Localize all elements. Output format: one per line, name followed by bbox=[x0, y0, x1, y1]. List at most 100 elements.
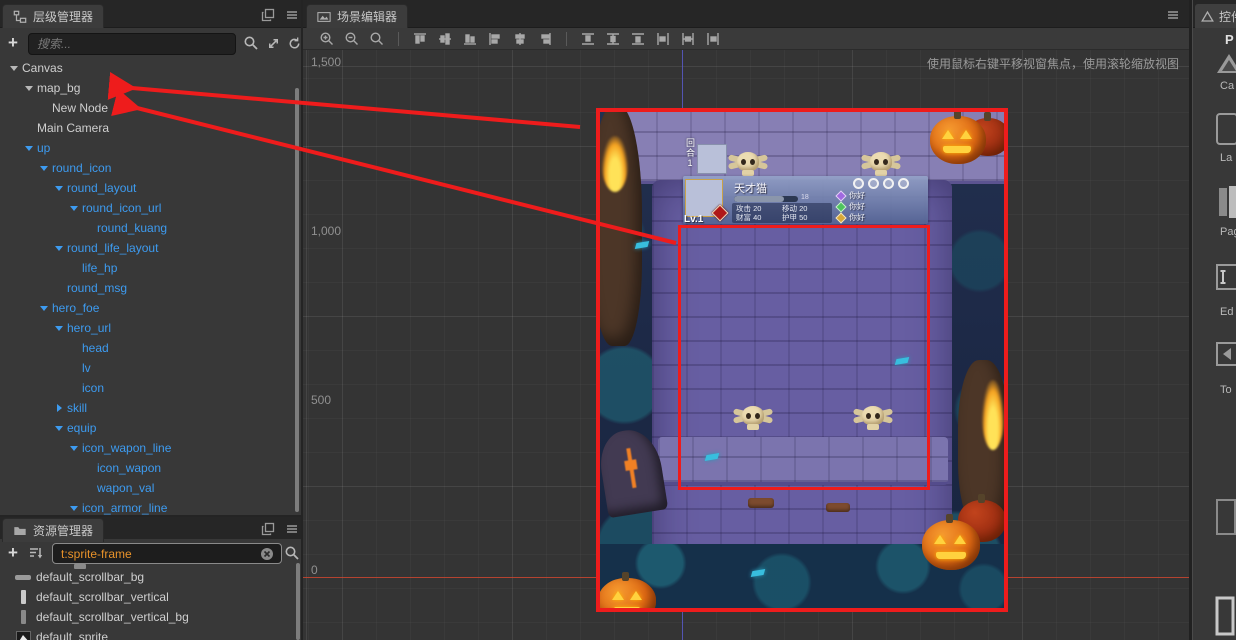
hierarchy-menu-icon[interactable] bbox=[285, 8, 299, 22]
tree-item-label: up bbox=[37, 141, 51, 155]
align-bottom-icon[interactable] bbox=[461, 31, 479, 47]
tree-item-round_msg[interactable]: round_msg bbox=[0, 278, 292, 298]
clear-filter-icon[interactable] bbox=[260, 547, 274, 561]
tree-item-hero_foe[interactable]: hero_foe bbox=[0, 298, 292, 318]
tree-item-label: hero_url bbox=[67, 321, 112, 335]
tree-item-hero_url[interactable]: hero_url bbox=[0, 318, 292, 338]
tree-item-head[interactable]: head bbox=[0, 338, 292, 358]
zoom-in-icon[interactable] bbox=[318, 31, 336, 47]
toggle-icon[interactable] bbox=[1215, 340, 1236, 373]
expander-down-icon[interactable] bbox=[68, 441, 82, 455]
expander-down-icon[interactable] bbox=[68, 501, 82, 515]
tree-item-label: round_msg bbox=[67, 281, 128, 295]
assets-popout-icon[interactable] bbox=[261, 522, 275, 536]
align-hcenter-icon[interactable] bbox=[511, 31, 529, 47]
tree-item-canvas[interactable]: Canvas bbox=[0, 58, 292, 78]
widget-icon[interactable] bbox=[1215, 498, 1236, 541]
tab-widgets[interactable]: 控件 bbox=[1195, 4, 1236, 28]
assets-search-icon[interactable] bbox=[284, 545, 301, 563]
distribute-left-icon[interactable] bbox=[654, 31, 672, 47]
asset-item-default_scrollbar_bg[interactable]: default_scrollbar_bg bbox=[0, 567, 292, 587]
distribute-vcenter-icon[interactable] bbox=[604, 31, 622, 47]
tree-item-round_icon[interactable]: round_icon bbox=[0, 158, 292, 178]
zoom-icon[interactable] bbox=[368, 31, 386, 47]
viewport-hint-text: 使用鼠标右键平移视窗焦点，使用滚轮缩放视图 bbox=[926, 57, 1179, 71]
distribute-top-icon[interactable] bbox=[579, 31, 597, 47]
tree-item-lv[interactable]: lv bbox=[0, 358, 292, 378]
tree-item-round_life_layout[interactable]: round_life_layout bbox=[0, 238, 292, 258]
equip-label: 你好 bbox=[849, 191, 865, 200]
expander-down-icon[interactable] bbox=[53, 321, 67, 335]
assets-menu-icon[interactable] bbox=[285, 522, 299, 536]
tree-item-map_bg[interactable]: map_bg bbox=[0, 78, 292, 98]
tree-item-life_hp[interactable]: life_hp bbox=[0, 258, 292, 278]
expander-down-icon[interactable] bbox=[23, 81, 37, 95]
tab-assets[interactable]: 资源管理器 bbox=[2, 518, 105, 542]
expander-down-icon[interactable] bbox=[23, 141, 37, 155]
expander-down-icon[interactable] bbox=[8, 61, 22, 75]
expand-all-icon[interactable] bbox=[266, 36, 284, 54]
align-right-icon[interactable] bbox=[536, 31, 554, 47]
refresh-icon[interactable] bbox=[287, 36, 301, 54]
expander-down-icon[interactable] bbox=[38, 161, 52, 175]
hierarchy-search-icon[interactable] bbox=[243, 35, 261, 53]
tree-item-label: round_layout bbox=[67, 181, 137, 195]
expander-down-icon[interactable] bbox=[53, 181, 67, 195]
distribute-right-icon[interactable] bbox=[704, 31, 722, 47]
assets-filter-input[interactable] bbox=[52, 543, 282, 564]
hierarchy-search-input[interactable] bbox=[28, 33, 236, 55]
align-vcenter-icon[interactable] bbox=[436, 31, 454, 47]
widgets-header-fragment: P bbox=[1225, 32, 1234, 47]
tab-hierarchy[interactable]: 层级管理器 bbox=[2, 4, 105, 28]
hero-slot-circle bbox=[853, 178, 864, 189]
asset-item-default_scrollbar_vertical[interactable]: default_scrollbar_vertical bbox=[0, 587, 292, 607]
expander-down-icon[interactable] bbox=[53, 241, 67, 255]
tree-item-icon[interactable]: icon bbox=[0, 378, 292, 398]
tree-item-up[interactable]: up bbox=[0, 138, 292, 158]
align-left-icon[interactable] bbox=[486, 31, 504, 47]
asset-item-default_scrollbar_vertical_bg[interactable]: default_scrollbar_vertical_bg bbox=[0, 607, 292, 627]
tree-item-label: icon_wapon bbox=[97, 461, 162, 475]
canvas-icon[interactable] bbox=[1215, 52, 1236, 81]
assets-scrollbar[interactable] bbox=[296, 563, 300, 640]
expander-down-icon[interactable] bbox=[53, 421, 67, 435]
tree-item-icon_armor_line[interactable]: icon_armor_line bbox=[0, 498, 292, 515]
scene-viewport[interactable]: 1,500 1,000 500 0 使用鼠标右键平移视窗焦点，使用滚轮缩放视图 bbox=[303, 50, 1189, 640]
scene-menu-icon[interactable] bbox=[1166, 8, 1180, 22]
label-icon[interactable] bbox=[1215, 112, 1236, 151]
tree-item-equip[interactable]: equip bbox=[0, 418, 292, 438]
align-top-icon[interactable] bbox=[411, 31, 429, 47]
tree-item-round_kuang[interactable]: round_kuang bbox=[0, 218, 292, 238]
tree-item-new-node[interactable]: New Node bbox=[0, 98, 292, 118]
hero-equip-row: 你好 bbox=[835, 211, 865, 224]
expander-right-icon[interactable] bbox=[53, 401, 67, 415]
tree-item-round_icon_url[interactable]: round_icon_url bbox=[0, 198, 292, 218]
asset-item-default_sprite[interactable]: default_sprite bbox=[0, 627, 292, 640]
hierarchy-popout-icon[interactable] bbox=[261, 8, 275, 22]
tree-item-wapon_val[interactable]: wapon_val bbox=[0, 478, 292, 498]
zoom-out-icon[interactable] bbox=[343, 31, 361, 47]
distribute-bottom-icon[interactable] bbox=[629, 31, 647, 47]
tree-item-icon_wapon[interactable]: icon_wapon bbox=[0, 458, 292, 478]
tree-item-icon_wapon_line[interactable]: icon_wapon_line bbox=[0, 438, 292, 458]
tree-item-round_layout[interactable]: round_layout bbox=[0, 178, 292, 198]
hierarchy-scrollbar[interactable] bbox=[295, 88, 299, 512]
tab-hierarchy-label: 层级管理器 bbox=[33, 10, 94, 24]
sort-icon[interactable] bbox=[28, 545, 46, 563]
distribute-hcenter-icon[interactable] bbox=[679, 31, 697, 47]
tree-item-main-camera[interactable]: Main Camera bbox=[0, 118, 292, 138]
editbox-icon[interactable] bbox=[1215, 262, 1236, 297]
widget-light-icon[interactable] bbox=[1215, 596, 1235, 640]
pageview-icon[interactable] bbox=[1215, 184, 1236, 225]
add-asset-button[interactable]: + bbox=[8, 543, 18, 563]
equip-label: 你好 bbox=[849, 213, 865, 222]
expander-down-icon[interactable] bbox=[38, 301, 52, 315]
expander-down-icon[interactable] bbox=[68, 201, 82, 215]
hero-stat: 护甲 50 bbox=[782, 213, 808, 222]
tab-scene[interactable]: 场景编辑器 bbox=[306, 4, 409, 28]
add-node-button[interactable]: + bbox=[8, 33, 18, 53]
hero-equip-row: 你好 bbox=[835, 200, 865, 213]
tree-item-skill[interactable]: skill bbox=[0, 398, 292, 418]
